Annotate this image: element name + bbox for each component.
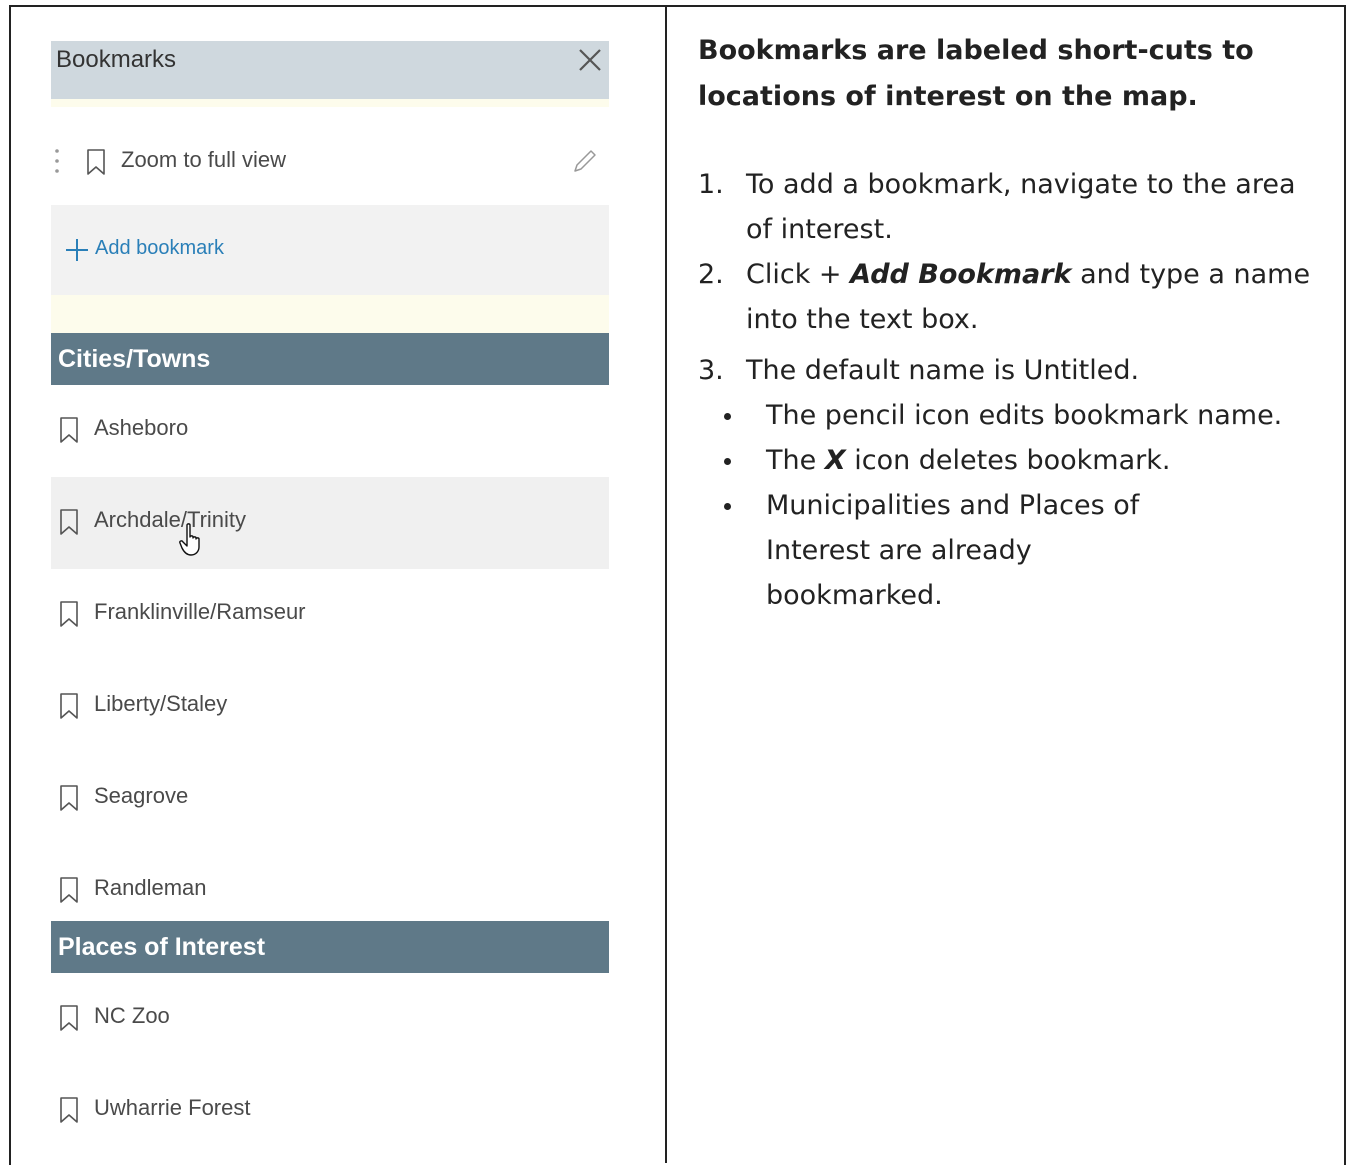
bookmark-item-uwharrie-forest[interactable]: Uwharrie Forest <box>51 1065 609 1157</box>
step-emphasis: Add Bookmark <box>850 259 1072 290</box>
bookmark-icon <box>60 1005 78 1031</box>
bullet-dot <box>724 503 731 510</box>
bookmark-item-liberty-staley[interactable]: Liberty/Staley <box>51 661 609 753</box>
bullet-text: The <box>766 445 825 476</box>
bullet-2: The X icon deletes bookmark. <box>698 438 1318 483</box>
bullet-dot <box>724 458 731 465</box>
bookmark-item-franklinville-ramseur[interactable]: Franklinville/Ramseur <box>51 569 609 661</box>
hand-cursor-icon <box>179 523 200 556</box>
plus-icon <box>66 239 88 261</box>
bookmark-item-asheboro[interactable]: Asheboro <box>51 385 609 477</box>
bookmark-icon <box>60 509 78 535</box>
bullet-dot <box>724 413 731 420</box>
bookmark-label: Seagrove <box>94 783 189 808</box>
bookmark-label: Franklinville/Ramseur <box>94 599 306 624</box>
panel-header: Bookmarks <box>51 41 609 99</box>
drag-handle-icon[interactable] <box>53 147 61 177</box>
bullet-text: icon deletes bookmark. <box>845 445 1171 476</box>
instructions-heading: Bookmarks are labeled short-cuts to loca… <box>698 35 1254 112</box>
step-text: The default name is Untitled. <box>746 355 1140 386</box>
bullet-emphasis: X <box>824 445 846 476</box>
bookmark-icon <box>60 877 78 903</box>
step-text: To add a bookmark, navigate to the area … <box>746 169 1296 245</box>
bookmark-icon <box>60 417 78 443</box>
zoom-to-full-view-item[interactable]: Zoom to full view <box>51 107 609 205</box>
bullet-3: Municipalities and Places of Interest ar… <box>698 483 1318 618</box>
close-icon[interactable] <box>575 45 605 75</box>
steps-list: 1. To add a bookmark, navigate to the are… <box>698 162 1318 393</box>
bookmark-label: Archdale/Trinity <box>94 507 247 532</box>
bookmark-icon <box>60 785 78 811</box>
section-header-cities: Cities/Towns <box>51 333 609 385</box>
step-2: 2. Click + Add Bookmark and type a name i… <box>698 252 1318 342</box>
bookmark-item-nc-zoo[interactable]: NC Zoo <box>51 973 609 1065</box>
bullet-1: The pencil icon edits bookmark name. <box>698 393 1318 438</box>
bookmark-item-archdale-trinity[interactable]: Archdale/Trinity <box>51 477 609 569</box>
bookmark-label: Uwharrie Forest <box>94 1095 251 1120</box>
step-number: 1. <box>698 169 724 200</box>
bullet-text: The pencil icon edits bookmark name. <box>766 400 1283 431</box>
bookmark-icon <box>60 693 78 719</box>
instructions: Bookmarks are labeled short-cuts to loca… <box>698 28 1318 618</box>
cream-block <box>51 295 609 333</box>
zoom-item-label: Zoom to full view <box>121 147 287 172</box>
bookmark-label: Liberty/Staley <box>94 691 228 716</box>
bookmarks-panel: Bookmarks Zoom to full view Add bookmark… <box>51 41 609 1157</box>
pencil-icon[interactable] <box>571 147 599 175</box>
bookmark-icon <box>60 601 78 627</box>
section-header-places: Places of Interest <box>51 921 609 973</box>
bullet-text: Municipalities and Places of Interest ar… <box>766 490 1140 611</box>
bookmark-icon <box>87 149 105 175</box>
column-divider <box>665 5 667 1163</box>
bookmark-label: Asheboro <box>94 415 189 440</box>
bookmark-item-seagrove[interactable]: Seagrove <box>51 753 609 845</box>
step-number: 3. <box>698 355 724 386</box>
bullets-list: The pencil icon edits bookmark name. The… <box>698 393 1318 618</box>
add-bookmark-button[interactable]: Add bookmark <box>51 205 609 295</box>
bookmark-label: NC Zoo <box>94 1003 170 1028</box>
bookmark-label: Randleman <box>94 875 207 900</box>
step-1: 1. To add a bookmark, navigate to the are… <box>698 162 1318 252</box>
step-3: 3. The default name is Untitled. <box>698 348 1318 393</box>
cream-strip <box>51 99 609 107</box>
panel-title: Bookmarks <box>56 46 177 73</box>
step-text: Click + <box>746 259 851 290</box>
bookmark-icon <box>60 1097 78 1123</box>
step-number: 2. <box>698 259 724 290</box>
bookmark-item-randleman[interactable]: Randleman <box>51 845 609 921</box>
add-bookmark-label: Add bookmark <box>95 237 224 259</box>
